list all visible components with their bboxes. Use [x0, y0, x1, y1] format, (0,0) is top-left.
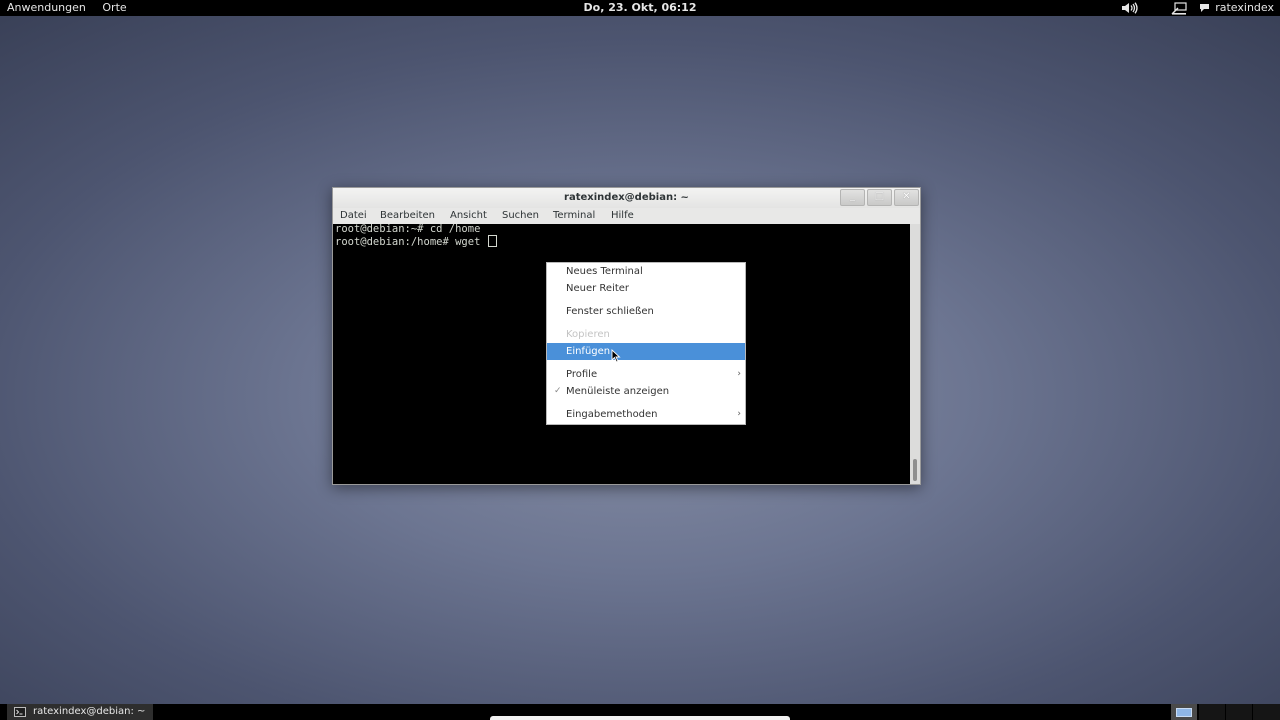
menu-item-paste[interactable]: Einfügen	[547, 343, 745, 360]
menu-item-label: Einfügen	[566, 346, 611, 357]
message-tray-edge[interactable]	[490, 716, 790, 720]
accessibility-icon[interactable]	[1171, 0, 1187, 16]
window-title: ratexindex@debian: ~	[564, 192, 689, 203]
context-menu: Neues Terminal Neuer Reiter Fenster schl…	[546, 262, 746, 425]
mouse-pointer-icon	[611, 348, 621, 367]
close-button[interactable]: ✕	[894, 189, 919, 206]
window-menubar: Datei Bearbeiten Ansicht Suchen Terminal…	[333, 208, 920, 224]
chat-bubble-icon[interactable]	[1199, 0, 1210, 16]
workspace-2[interactable]	[1199, 704, 1225, 720]
applications-menu[interactable]: Anwendungen	[7, 1, 86, 14]
clock-container: Do, 23. Okt, 06:12	[0, 0, 1280, 16]
top-panel-left: Anwendungen Orte	[7, 0, 140, 16]
terminal-line-text: root@debian:~# cd /home	[335, 223, 481, 235]
submenu-arrow-icon: ›	[737, 409, 741, 419]
user-menu[interactable]: ratexindex	[1215, 0, 1274, 16]
clock[interactable]: Do, 23. Okt, 06:12	[584, 1, 697, 14]
places-menu[interactable]: Orte	[102, 1, 126, 14]
menu-item-label: Menüleiste anzeigen	[566, 386, 670, 397]
menu-item-new-tab[interactable]: Neuer Reiter	[547, 280, 745, 297]
workspace-3[interactable]	[1226, 704, 1252, 720]
menu-item-profiles[interactable]: Profile ›	[547, 366, 745, 383]
top-panel-tray: ratexindex	[1121, 0, 1274, 16]
minimize-button[interactable]: _	[840, 189, 865, 206]
text-cursor	[487, 235, 497, 247]
scrollbar-thumb[interactable]	[913, 459, 917, 481]
menu-item-show-menubar[interactable]: ✓ Menüleiste anzeigen	[547, 383, 745, 400]
terminal-line: root@debian:/home# wget	[335, 235, 497, 248]
menu-hilfe[interactable]: Hilfe	[611, 208, 634, 224]
speaker-icon[interactable]	[1121, 0, 1139, 16]
submenu-arrow-icon: ›	[737, 369, 741, 379]
window-titlebar[interactable]: ratexindex@debian: ~ _ □ ✕	[333, 188, 920, 208]
terminal-scrollbar[interactable]	[910, 224, 920, 484]
taskbar-button-label: ratexindex@debian: ~	[33, 706, 146, 717]
workspace-window-thumbnail	[1176, 707, 1192, 717]
terminal-line-text: root@debian:/home# wget	[335, 236, 487, 248]
menu-item-input-methods[interactable]: Eingabemethoden ›	[547, 406, 745, 423]
menu-item-new-terminal[interactable]: Neues Terminal	[547, 263, 745, 280]
menu-item-label: Kopieren	[566, 329, 610, 340]
menu-item-label: Neuer Reiter	[566, 283, 630, 294]
menu-item-copy: Kopieren	[547, 326, 745, 343]
menu-terminal[interactable]: Terminal	[553, 208, 595, 224]
terminal-icon	[14, 707, 26, 717]
check-icon: ✓	[554, 386, 562, 396]
terminal-line: root@debian:~# cd /home	[335, 224, 480, 235]
menu-datei[interactable]: Datei	[340, 208, 367, 224]
workspace-1[interactable]	[1171, 704, 1197, 720]
menu-item-label: Profile	[566, 369, 598, 380]
menu-item-label: Neues Terminal	[566, 266, 643, 277]
window-controls: _ □ ✕	[838, 189, 919, 206]
maximize-button[interactable]: □	[867, 189, 892, 206]
menu-bearbeiten[interactable]: Bearbeiten	[380, 208, 435, 224]
menu-item-label: Eingabemethoden	[566, 409, 658, 420]
menu-item-close-window[interactable]: Fenster schließen	[547, 303, 745, 320]
menu-suchen[interactable]: Suchen	[502, 208, 539, 224]
menu-ansicht[interactable]: Ansicht	[450, 208, 487, 224]
taskbar-button-terminal[interactable]: ratexindex@debian: ~	[7, 704, 154, 720]
workspace-4[interactable]	[1253, 704, 1280, 720]
top-panel: Anwendungen Orte Do, 23. Okt, 06:12 rate…	[0, 0, 1280, 16]
menu-item-label: Fenster schließen	[566, 306, 654, 317]
